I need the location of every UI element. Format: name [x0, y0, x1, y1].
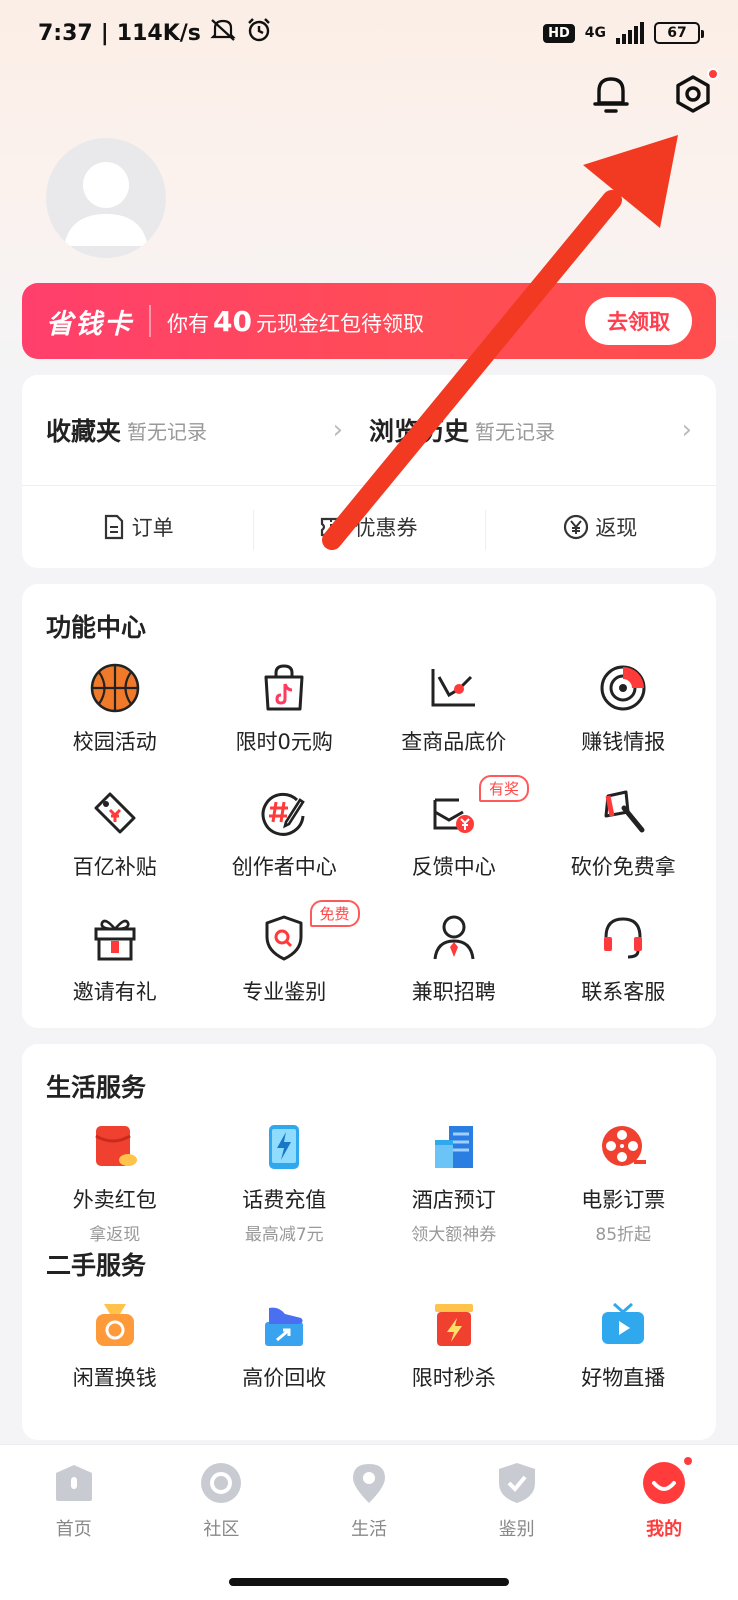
- coupon-icon: [321, 517, 348, 537]
- chevron-right-icon: ›: [681, 415, 692, 445]
- grid-item-flash-sale[interactable]: 限时秒杀: [369, 1282, 539, 1392]
- claim-button[interactable]: 去领取: [585, 297, 692, 345]
- grid-item-live[interactable]: 好物直播: [539, 1282, 709, 1392]
- function-center-card: 功能中心 校园活动 限时0元购 查商品底价 赚钱情报 百亿补贴 创作者中心 有奖: [22, 584, 716, 1028]
- mute-icon: [209, 17, 237, 49]
- feedback-icon: [428, 787, 480, 839]
- section-title: 功能中心: [46, 613, 147, 642]
- tv-play-icon: [597, 1300, 649, 1350]
- person-tie-icon: [428, 912, 480, 964]
- price-tag-icon: [89, 787, 141, 839]
- signal-icon: [616, 22, 644, 44]
- gift-icon: [89, 912, 141, 964]
- location-pin-icon: [347, 1461, 391, 1505]
- status-time: 7:37: [38, 20, 93, 46]
- settings-button[interactable]: [667, 68, 719, 120]
- default-user-icon: [64, 162, 148, 246]
- battery-icon: 67: [654, 22, 704, 44]
- hashtag-pen-icon: [258, 787, 310, 839]
- grid-item-phone-topup[interactable]: 话费充值 最高减7元: [200, 1104, 370, 1245]
- flash-sale-icon: [428, 1300, 480, 1350]
- grid-item-takeout[interactable]: 外卖红包 拿返现: [30, 1104, 200, 1245]
- tab-community[interactable]: 社区: [148, 1445, 296, 1600]
- reward-tag: 有奖: [479, 775, 530, 802]
- grid-item-zero-buy[interactable]: 限时0元购: [200, 644, 370, 769]
- document-icon: [104, 514, 123, 540]
- notification-bell-button[interactable]: [585, 68, 637, 120]
- orders-button[interactable]: 订单: [22, 512, 253, 542]
- grid-item-jobs[interactable]: 兼职招聘: [369, 894, 539, 1019]
- mine-notification-dot: [682, 1455, 695, 1467]
- headset-icon: [597, 912, 649, 964]
- grid-item-invite[interactable]: 邀请有礼: [30, 894, 200, 1019]
- radar-icon: [597, 662, 649, 714]
- grid-item-campus[interactable]: 校园活动: [30, 644, 200, 769]
- grid-item-sell-idle[interactable]: 闲置换钱: [30, 1282, 200, 1392]
- community-icon: [199, 1461, 243, 1505]
- save-card-divider: [149, 305, 151, 337]
- yen-icon: [564, 514, 589, 540]
- alarm-icon: [245, 16, 273, 50]
- shield-search-icon: [258, 912, 310, 964]
- axe-icon: [597, 787, 649, 839]
- home-indicator: [229, 1578, 509, 1586]
- grid-item-subsidy[interactable]: 百亿补贴: [30, 769, 200, 894]
- network-type: 4G: [584, 25, 606, 41]
- favorites-card: 收藏夹 暂无记录 › 浏览历史 暂无记录 › 订单 优惠券 返现: [22, 375, 716, 568]
- basketball-icon: [89, 662, 141, 714]
- settings-notification-dot: [707, 68, 719, 80]
- save-card-brand: 省钱卡: [46, 308, 133, 340]
- tab-mine[interactable]: 我的: [590, 1445, 738, 1600]
- favorites-entry[interactable]: 收藏夹 暂无记录 ›: [46, 412, 369, 448]
- save-money-card[interactable]: 省钱卡 你有 40 元现金红包待领取 去领取: [22, 283, 716, 359]
- grid-item-money-intel[interactable]: 赚钱情报: [539, 644, 709, 769]
- settings-hexagon-icon: [676, 75, 710, 113]
- smile-face-icon: [642, 1455, 695, 1505]
- hd-badge: HD: [543, 23, 575, 43]
- tiktok-bag-icon: [258, 662, 310, 714]
- home-icon: [52, 1461, 96, 1505]
- save-card-message: 你有 40 元现金红包待领取: [167, 304, 424, 338]
- grid-item-creator[interactable]: 创作者中心: [200, 769, 370, 894]
- grid-item-recycle[interactable]: 高价回收: [200, 1282, 370, 1392]
- cashback-button[interactable]: 返现: [484, 510, 716, 550]
- bottom-tab-bar: 首页 社区 生活 鉴别 我的: [0, 1444, 738, 1600]
- grid-item-feedback[interactable]: 有奖 反馈中心: [369, 769, 539, 894]
- red-envelope-icon: [89, 1122, 141, 1172]
- status-bar: 7:37 | 114K/s HD 4G 67: [0, 0, 738, 66]
- tab-home[interactable]: 首页: [0, 1445, 148, 1600]
- hotel-building-icon: [428, 1122, 480, 1172]
- grid-item-appraisal[interactable]: 免费 专业鉴别: [200, 894, 370, 1019]
- tab-appraisal[interactable]: 鉴别: [443, 1445, 591, 1600]
- money-bag-icon: [89, 1300, 141, 1350]
- phone-charge-icon: [258, 1122, 310, 1172]
- bell-icon: [593, 77, 629, 113]
- grid-item-hotel[interactable]: 酒店预订 领大额神券: [369, 1104, 539, 1245]
- grid-item-movie[interactable]: 电影订票 85折起: [539, 1104, 709, 1245]
- chevron-right-icon: ›: [332, 415, 343, 445]
- history-entry[interactable]: 浏览历史 暂无记录 ›: [369, 412, 692, 448]
- chart-low-icon: [428, 662, 480, 714]
- grid-item-bargain[interactable]: 砍价免费拿: [539, 769, 709, 894]
- status-speed: 114K/s: [116, 20, 201, 46]
- free-tag: 免费: [309, 900, 360, 927]
- grid-item-support[interactable]: 联系客服: [539, 894, 709, 1019]
- film-reel-icon: [597, 1122, 649, 1172]
- services-card: 生活服务 外卖红包 拿返现 话费充值 最高减7元 酒店预订 领大额神券 电影订票…: [22, 1044, 716, 1440]
- sneaker-box-icon: [258, 1300, 310, 1350]
- section-title: 生活服务: [46, 1073, 147, 1102]
- coupons-button[interactable]: 优惠券: [253, 510, 484, 550]
- avatar[interactable]: [46, 138, 166, 258]
- grid-item-price-check[interactable]: 查商品底价: [369, 644, 539, 769]
- shield-check-icon: [495, 1461, 539, 1505]
- tab-life[interactable]: 生活: [295, 1445, 443, 1600]
